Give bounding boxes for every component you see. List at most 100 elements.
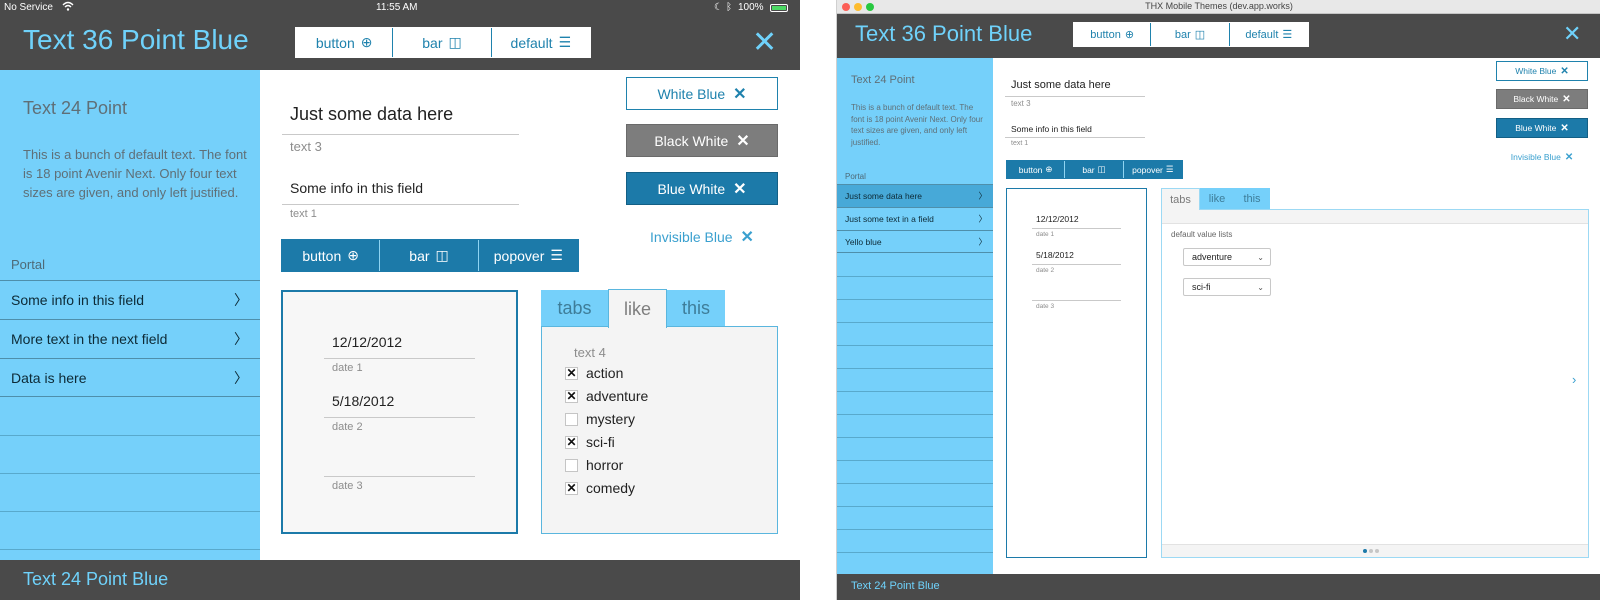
divider (837, 506, 993, 507)
field-underline (324, 358, 475, 359)
sidebar-item[interactable]: Yello blue 〉 (837, 230, 993, 253)
checkbox[interactable] (565, 412, 578, 426)
sidebar: Text 24 Point This is a bunch of default… (0, 70, 260, 560)
chevron-right-icon: 〉 (978, 214, 987, 224)
segment-label: default (510, 34, 553, 51)
tab-panel: text 4 ✕ action ✕ adventure mystery ✕ sci-f… (541, 326, 778, 534)
divider (837, 483, 993, 484)
white-blue-button[interactable]: White Blue ✕ (626, 77, 778, 110)
date-value[interactable]: 12/12/2012 (332, 334, 402, 350)
checkbox-action[interactable]: ✕ action (565, 365, 623, 381)
button-label: Black White (1513, 94, 1559, 104)
segment-popover[interactable]: popover ☰ (479, 240, 578, 271)
genre-select[interactable]: adventure ⌄ (1183, 248, 1271, 266)
page-dot-active[interactable] (1363, 549, 1367, 553)
tab-like[interactable]: like (1200, 188, 1234, 209)
next-page-arrow-icon[interactable]: › (1572, 372, 1576, 387)
ipad-screen: No Service 11:55 AM ☾ ᛒ 100% Text 36 Poi… (0, 0, 800, 600)
chevron-right-icon: 〉 (978, 191, 987, 201)
bluetooth-icon: ᛒ (726, 2, 732, 13)
close-icon[interactable]: ✕ (752, 28, 777, 58)
segment-default[interactable]: default ☰ (1230, 23, 1308, 46)
checkbox-comedy[interactable]: ✕ comedy (565, 480, 635, 496)
page-indicator-bar (1162, 544, 1588, 557)
date-label: date 3 (1036, 303, 1055, 310)
segment-default[interactable]: default ☰ (492, 28, 590, 57)
sidebar-item[interactable]: More text in the next field 〉 (0, 319, 260, 358)
date-value[interactable]: 5/18/2012 (1036, 250, 1074, 260)
header-segmented-control: button ⊕ bar ◫ default ☰ (1073, 22, 1309, 47)
blue-white-button[interactable]: Blue White ✕ (626, 172, 778, 205)
status-bar: No Service 11:55 AM ☾ ᛒ 100% (0, 0, 800, 16)
date-label: date 1 (1036, 231, 1055, 238)
field-value[interactable]: Just some data here (290, 104, 453, 125)
sidebar-item-label: Just some data here (845, 191, 923, 201)
field-underline (324, 417, 475, 418)
invisible-blue-button[interactable]: Invisible Blue ✕ (1496, 147, 1588, 167)
segment-button[interactable]: button ⊕ (282, 240, 381, 271)
checkbox-mystery[interactable]: mystery (565, 411, 635, 427)
field-underline (1032, 228, 1121, 229)
segment-button[interactable]: button ⊕ (1007, 161, 1066, 178)
tab-tabs[interactable]: tabs (541, 290, 608, 327)
checkbox-label: sci-fi (586, 434, 615, 450)
checkbox-sci-fi[interactable]: ✕ sci-fi (565, 434, 615, 450)
sidebar-title: Text 24 Point (851, 74, 915, 86)
plus-circle-icon: ⊕ (347, 247, 359, 263)
tab-this[interactable]: this (667, 290, 725, 327)
segment-label: default (1245, 28, 1279, 41)
sidebar-item[interactable]: Some info in this field 〉 (0, 280, 260, 319)
blue-white-button[interactable]: Blue White ✕ (1496, 118, 1588, 138)
checkbox[interactable]: ✕ (565, 366, 578, 380)
page-dot[interactable] (1375, 549, 1379, 553)
black-white-button[interactable]: Black White ✕ (1496, 89, 1588, 109)
tab-tabs[interactable]: tabs (1161, 188, 1200, 210)
plus-circle-icon: ⊕ (360, 34, 373, 50)
field-value[interactable]: Just some data here (1011, 79, 1111, 91)
segment-popover[interactable]: popover ☰ (1124, 161, 1182, 178)
white-blue-button[interactable]: White Blue ✕ (1496, 61, 1588, 81)
mac-window: THX Mobile Themes (dev.app.works) Text 3… (836, 0, 1600, 600)
tab-panel-header (1162, 210, 1588, 224)
checkbox-horror[interactable]: horror (565, 457, 623, 473)
close-icon: ✕ (740, 228, 754, 246)
tab-like[interactable]: like (608, 289, 667, 328)
date-value[interactable]: 12/12/2012 (1036, 214, 1079, 224)
sidebar-item[interactable]: Data is here 〉 (0, 358, 260, 397)
genre-select[interactable]: sci-fi ⌄ (1183, 278, 1271, 296)
segment-bar[interactable]: bar ◫ (380, 240, 479, 271)
black-white-button[interactable]: Black White ✕ (626, 124, 778, 157)
close-icon: ✕ (1562, 93, 1571, 105)
invisible-blue-button[interactable]: Invisible Blue ✕ (626, 220, 778, 253)
sidebar-item-label: Some info in this field (11, 292, 145, 308)
divider (837, 437, 993, 438)
segment-bar[interactable]: bar ◫ (1151, 23, 1230, 46)
footer-text: Text 24 Point Blue (851, 580, 940, 592)
chevron-right-icon: 〉 (978, 236, 987, 247)
checkbox-adventure[interactable]: ✕ adventure (565, 388, 648, 404)
tab-this[interactable]: this (1234, 188, 1270, 209)
divider (0, 435, 260, 436)
segment-button[interactable]: button ⊕ (296, 28, 394, 57)
segment-bar[interactable]: bar ◫ (393, 28, 492, 57)
button-label: White Blue (1515, 66, 1557, 76)
checkbox-label: comedy (586, 480, 636, 496)
list-icon: ☰ (1165, 164, 1174, 174)
checkbox[interactable]: ✕ (565, 481, 578, 495)
segment-bar[interactable]: bar ◫ (1065, 161, 1124, 178)
field-label: text 3 (290, 139, 322, 154)
close-icon[interactable]: ✕ (1563, 23, 1581, 45)
sidebar-item[interactable]: Just some text in a field 〉 (837, 207, 993, 230)
segment-button[interactable]: button ⊕ (1074, 23, 1152, 46)
list-icon: ☰ (1282, 29, 1293, 41)
checkbox[interactable]: ✕ (565, 435, 578, 449)
sidebar-item[interactable]: Just some data here 〉 (837, 184, 993, 207)
divider (837, 414, 993, 415)
page-dot[interactable] (1369, 549, 1373, 553)
date-value[interactable]: 5/18/2012 (332, 393, 394, 409)
checkbox[interactable] (565, 458, 578, 472)
field-value[interactable]: Some info in this field (290, 180, 423, 196)
field-value[interactable]: Some info in this field (1011, 124, 1092, 134)
checkbox-label: horror (586, 457, 624, 473)
checkbox[interactable]: ✕ (565, 389, 578, 403)
